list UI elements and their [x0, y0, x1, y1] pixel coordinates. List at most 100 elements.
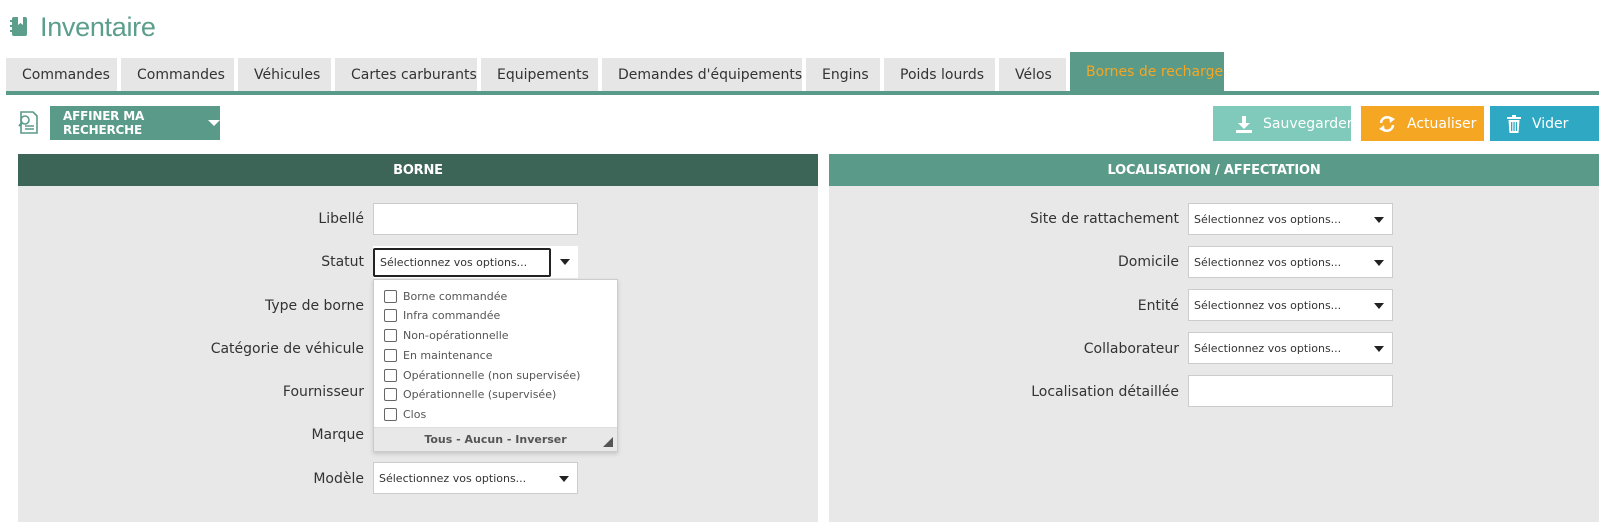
page-header: Inventaire [8, 10, 156, 44]
clear-label: Vider [1532, 115, 1569, 132]
checkbox[interactable] [384, 328, 397, 342]
type-borne-row: Type de borne [18, 290, 364, 322]
marque-label: Marque [311, 427, 364, 443]
save-button[interactable]: Sauvegarder [1213, 106, 1353, 141]
entite-select-value: Sélectionnez vos options... [1194, 298, 1342, 312]
site-select-value: Sélectionnez vos options... [1194, 212, 1342, 226]
domicile-select[interactable]: Sélectionnez vos options... [1188, 246, 1393, 278]
localisation-input[interactable] [1188, 375, 1393, 407]
localisation-panel-title: LOCALISATION / AFFECTATION [829, 154, 1599, 186]
download-icon [1235, 115, 1253, 133]
tab-cartes-carburants[interactable]: Cartes carburants [335, 58, 477, 91]
categorie-label: Catégorie de véhicule [210, 341, 364, 357]
trash-icon [1506, 114, 1522, 133]
statut-option-label: Infra commandée [403, 308, 501, 322]
tab-demandes-equipements[interactable]: Demandes d'équipements [602, 58, 802, 91]
libelle-input[interactable] [373, 203, 578, 235]
refresh-arrows-icon [1377, 115, 1397, 133]
dropdown-footer: Tous - Aucun - Inverser [374, 427, 617, 451]
borne-panel-title: BORNE [18, 154, 818, 186]
caret-down-icon [208, 120, 220, 126]
marque-row: Marque [18, 419, 364, 451]
collaborateur-row: Collaborateur [829, 333, 1179, 365]
tab-commandes-2[interactable]: Commandes [121, 58, 234, 91]
modele-select-value: Sélectionnez vos options... [379, 471, 527, 485]
domicile-label: Domicile [1118, 254, 1179, 270]
chevron-down-icon [1374, 217, 1384, 223]
statut-option-label: Opérationnelle (supervisée) [403, 387, 557, 401]
statut-option[interactable]: Opérationnelle (non supervisée) [384, 366, 580, 384]
libelle-row: Libellé [18, 203, 364, 235]
statut-option[interactable]: Clos [384, 405, 426, 423]
clear-button[interactable]: Vider [1490, 106, 1599, 141]
categorie-row: Catégorie de véhicule [18, 333, 364, 365]
statut-row: Statut [18, 246, 364, 278]
statut-option[interactable]: Opérationnelle (supervisée) [384, 385, 556, 403]
select-all-none-invert-links[interactable]: Tous - Aucun - Inverser [424, 433, 566, 446]
entite-select[interactable]: Sélectionnez vos options... [1188, 289, 1393, 321]
tab-poids-lourds[interactable]: Poids lourds [884, 58, 995, 91]
statut-option-label: En maintenance [403, 348, 493, 362]
chevron-down-icon [1374, 303, 1384, 309]
checkbox[interactable] [384, 289, 397, 303]
collaborateur-label: Collaborateur [1083, 341, 1179, 357]
refresh-button[interactable]: Actualiser [1361, 106, 1484, 141]
tab-velos[interactable]: Vélos [999, 58, 1066, 91]
domicile-select-value: Sélectionnez vos options... [1194, 255, 1342, 269]
statut-option-label: Borne commandée [403, 289, 508, 303]
refresh-label: Actualiser [1407, 115, 1477, 132]
localisation-panel: LOCALISATION / AFFECTATION Site de ratta… [829, 154, 1599, 522]
tab-vehicules[interactable]: Véhicules [238, 58, 331, 91]
checkbox[interactable] [384, 308, 397, 322]
tab-equipements[interactable]: Equipements [481, 58, 598, 91]
refine-search-label: AFFINER MA RECHERCHE [63, 109, 145, 137]
statut-option-label: Clos [403, 407, 427, 421]
statut-select[interactable]: Sélectionnez vos options... [373, 246, 578, 278]
checkbox[interactable] [384, 387, 397, 401]
checkbox[interactable] [384, 407, 397, 421]
statut-option[interactable]: Non-opérationnelle [384, 326, 509, 344]
refine-search-button[interactable]: AFFINER MA RECHERCHE [50, 106, 220, 140]
site-select[interactable]: Sélectionnez vos options... [1188, 203, 1393, 235]
localisation-row: Localisation détaillée [829, 376, 1179, 408]
site-label: Site de rattachement [1030, 211, 1179, 227]
statut-option[interactable]: Infra commandée [384, 306, 500, 324]
entite-label: Entité [1137, 298, 1179, 314]
checkbox[interactable] [384, 368, 397, 382]
statut-option[interactable]: En maintenance [384, 346, 492, 364]
statut-dropdown-menu: Borne commandée Infra commandée Non-opér… [373, 279, 618, 452]
statut-dropdown-arrow-icon[interactable] [560, 259, 570, 265]
type-borne-label: Type de borne [264, 298, 364, 314]
collaborateur-select[interactable]: Sélectionnez vos options... [1188, 332, 1393, 364]
libelle-label: Libellé [318, 211, 364, 227]
domicile-row: Domicile [829, 246, 1179, 278]
modele-select[interactable]: Sélectionnez vos options... [373, 462, 578, 494]
fournisseur-label: Fournisseur [282, 384, 364, 400]
resize-handle-icon[interactable] [603, 437, 613, 447]
statut-option-label: Opérationnelle (non supervisée) [403, 368, 581, 382]
statut-option[interactable]: Borne commandée [384, 287, 507, 305]
modele-label: Modèle [313, 471, 364, 487]
tab-bornes-de-recharge[interactable]: Bornes de recharge [1070, 52, 1224, 91]
collaborateur-select-value: Sélectionnez vos options... [1194, 341, 1342, 355]
checkbox[interactable] [384, 348, 397, 362]
chevron-down-icon [1374, 346, 1384, 352]
tab-underline [6, 91, 1599, 95]
entite-row: Entité [829, 290, 1179, 322]
site-row: Site de rattachement [829, 203, 1179, 235]
chevron-down-icon [1374, 260, 1384, 266]
statut-select-box[interactable]: Sélectionnez vos options... [373, 248, 551, 277]
statut-option-label: Non-opérationnelle [403, 328, 509, 342]
fournisseur-row: Fournisseur [18, 376, 364, 408]
search-document-icon [16, 110, 42, 136]
save-label: Sauvegarder [1263, 115, 1353, 132]
chevron-down-icon [559, 476, 569, 482]
modele-row: Modèle [18, 463, 364, 495]
page-title: Inventaire [40, 11, 156, 42]
inventory-book-icon [8, 16, 30, 38]
statut-label: Statut [321, 254, 364, 270]
localisation-label: Localisation détaillée [1031, 384, 1179, 400]
tab-engins[interactable]: Engins [806, 58, 880, 91]
tab-bar: Commandes Commandes Véhicules Cartes car… [6, 52, 1224, 91]
tab-commandes-1[interactable]: Commandes [6, 58, 117, 91]
